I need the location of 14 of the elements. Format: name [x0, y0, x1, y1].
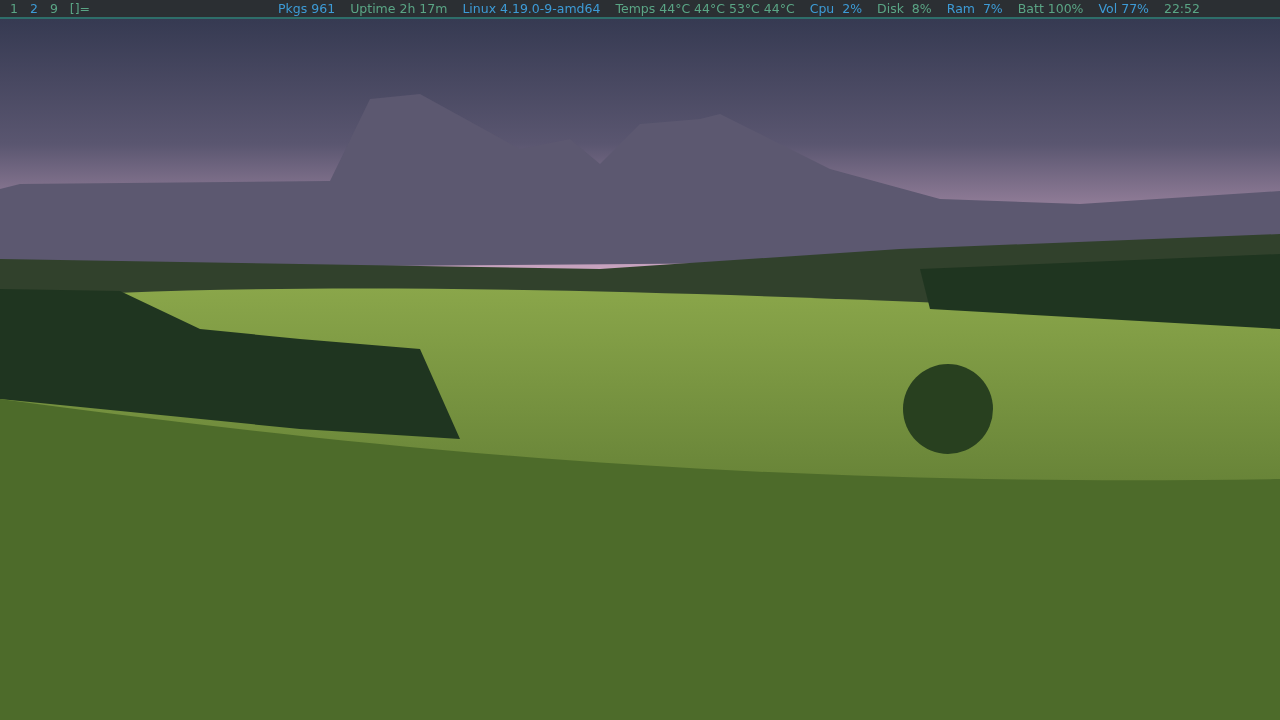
status-text: Disk 8%: [877, 1, 932, 16]
status-text: Pkgs 961: [278, 1, 336, 16]
layout-indicator[interactable]: []=: [63, 1, 97, 16]
status-text: Ram 7%: [946, 1, 1003, 16]
status-text: Cpu 2%: [809, 1, 863, 16]
status-text: Temps 44°C 44°C 53°C 44°C: [615, 1, 795, 16]
workspace-tag[interactable]: 2: [23, 1, 44, 16]
status-text: Linux 4.19.0-9-amd64: [462, 1, 601, 16]
status-text: 22:52: [1163, 1, 1200, 16]
workspace-tag[interactable]: 1: [4, 1, 24, 16]
status-text: Uptime 2h 17m: [350, 1, 448, 16]
status-text: Vol 77%: [1098, 1, 1149, 16]
workspace-tag[interactable]: 9: [43, 1, 64, 16]
status-text: Batt 100%: [1017, 1, 1084, 16]
